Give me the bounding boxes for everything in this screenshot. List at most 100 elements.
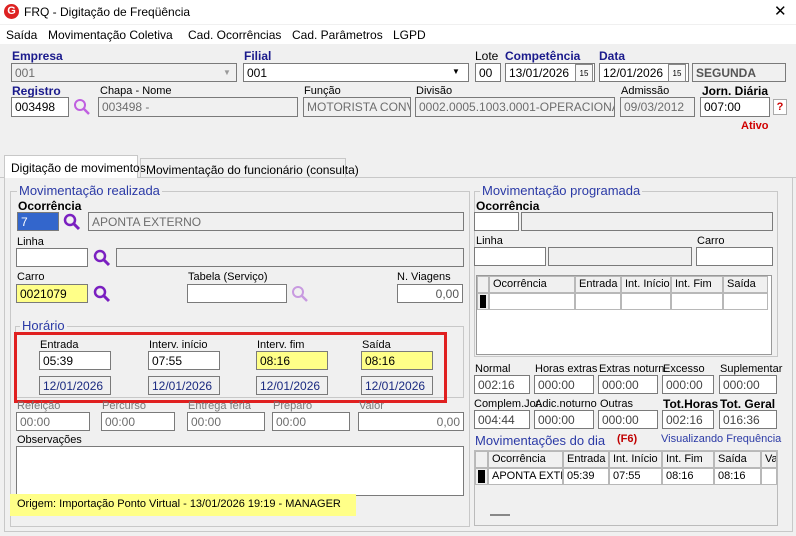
empresa-select[interactable]: 001 [11, 63, 237, 82]
prog-col-ocorrencia[interactable]: Ocorrência [489, 276, 575, 293]
observacoes-label: Observações [17, 434, 82, 446]
filial-label: Filial [244, 49, 272, 63]
dia-row-entrada[interactable]: 05:39 [563, 468, 609, 485]
valor-label: Valor [359, 400, 384, 412]
preparo-input[interactable]: 00:00 [272, 412, 350, 431]
prog-col-marker [477, 276, 489, 293]
jornada-label: Jorn. Diária [702, 84, 769, 98]
tabela-search-icon[interactable] [291, 285, 309, 303]
prog-row-cell[interactable] [575, 293, 621, 310]
normal-label: Normal [475, 363, 511, 375]
tab-consulta[interactable]: Movimentação do funcionário (consulta) [140, 158, 359, 178]
dia-row-saida[interactable]: 08:16 [714, 468, 761, 485]
dia-row-va[interactable] [761, 468, 777, 485]
empresa-dropdown-icon[interactable]: ▼ [218, 64, 236, 81]
visualizando-link[interactable]: Visualizando Frequência [661, 433, 781, 445]
competencia-label: Competência [505, 49, 581, 63]
dia-col-entrada[interactable]: Entrada [563, 451, 609, 468]
competencia-calendar-icon[interactable]: 15 [575, 64, 593, 82]
filial-select[interactable]: 001 [243, 63, 469, 82]
dia-col-saida[interactable]: Saída [714, 451, 761, 468]
linha-input[interactable] [16, 248, 88, 267]
prog-col-saida[interactable]: Saída [723, 276, 768, 293]
tab-digitacao[interactable]: Digitação de movimentos [4, 155, 146, 178]
complem-value: 004:44 [474, 410, 530, 429]
excesso-label: Excesso [663, 363, 705, 375]
prog-linha-label: Linha [476, 235, 503, 247]
menu-movimentacao-coletiva[interactable]: Movimentação Coletiva [48, 28, 173, 42]
divisao-display: 0002.0005.1003.0001-OPERACIONAL [415, 97, 615, 117]
tothoras-label: Tot.Horas [663, 397, 719, 411]
viagens-label: N. Viagens [397, 271, 451, 283]
tothoras-value: 002:16 [662, 410, 714, 429]
menu-cad-parametros[interactable]: Cad. Parâmetros [292, 28, 383, 42]
totgeral-label: Tot. Geral [720, 397, 776, 411]
tab-consulta-label: Movimentação do funcionário (consulta) [146, 163, 359, 177]
viagens-input[interactable]: 0,00 [397, 284, 463, 303]
highlight-box [14, 332, 447, 403]
dia-row-ocorrencia[interactable]: APONTA EXTE [488, 468, 563, 485]
prog-row-cell[interactable] [723, 293, 768, 310]
entrega-input[interactable]: 00:00 [187, 412, 265, 431]
data-label: Data [599, 49, 626, 63]
refeicao-input[interactable]: 00:00 [16, 412, 90, 431]
prog-row-cell[interactable] [621, 293, 671, 310]
admissao-label: Admissão [621, 85, 670, 97]
preparo-label: Preparo [273, 400, 313, 412]
origem-banner: Origem: Importação Ponto Virtual - 13/01… [10, 494, 356, 516]
dia-row-intini[interactable]: 07:55 [609, 468, 662, 485]
prog-ocorrencia-desc [521, 212, 773, 231]
window-title: FRQ - Digitação de Freqüência [24, 5, 191, 19]
prog-col-intfim[interactable]: Int. Fim [671, 276, 723, 293]
menu-cad-ocorrencias[interactable]: Cad. Ocorrências [188, 28, 281, 42]
carro-input[interactable]: 0021079 [16, 284, 88, 303]
help-button[interactable]: ? [773, 99, 787, 115]
tabela-input[interactable] [187, 284, 287, 303]
percurso-input[interactable]: 00:00 [101, 412, 175, 431]
menu-saida[interactable]: Saída [6, 28, 37, 42]
dia-col-ocorrencia[interactable]: Ocorrência [488, 451, 563, 468]
prog-row-cell[interactable] [489, 293, 575, 310]
ocorrencia-code-input[interactable]: 7 [17, 212, 59, 231]
excesso-value: 000:00 [662, 375, 714, 394]
horario-title: Horário [20, 318, 67, 333]
dia-col-intini[interactable]: Int. Início [609, 451, 662, 468]
admissao-display: 09/03/2012 [620, 97, 695, 117]
prog-carro-input [696, 247, 773, 266]
funcao-display: MOTORISTA CONVE [303, 97, 411, 117]
dia-row-intfim[interactable]: 08:16 [662, 468, 714, 485]
valor-input[interactable]: 0,00 [358, 412, 464, 431]
suplementar-label: Suplementar [720, 363, 783, 375]
prog-col-intini[interactable]: Int. Início [621, 276, 671, 293]
lote-input[interactable]: 00 [475, 63, 501, 82]
linha-search-icon[interactable] [93, 249, 111, 267]
dia-col-intfim[interactable]: Int. Fim [662, 451, 714, 468]
linha-desc-display [116, 248, 464, 267]
linha-label: Linha [17, 236, 44, 248]
carro-search-icon[interactable] [93, 285, 111, 303]
dia-col-va[interactable]: Va [761, 451, 777, 468]
filial-dropdown-icon[interactable]: ▼ [452, 67, 460, 76]
prog-row-cell[interactable] [671, 293, 723, 310]
ocorrencia-label: Ocorrência [18, 199, 82, 213]
menu-lgpd[interactable]: LGPD [393, 28, 426, 42]
adic-label: Adic.noturno [535, 398, 597, 410]
observacoes-textarea[interactable] [16, 446, 464, 496]
dia-row-marker [475, 468, 488, 485]
ocorrencia-desc-display: APONTA EXTERNO [88, 212, 464, 231]
extras-not-value: 000:00 [598, 375, 658, 394]
normal-value: 002:16 [474, 375, 530, 394]
dia-scrollbar[interactable] [490, 514, 510, 516]
chapa-label: Chapa - Nome [100, 85, 172, 97]
prog-col-entrada[interactable]: Entrada [575, 276, 621, 293]
totgeral-value: 016:36 [719, 410, 777, 429]
registro-search-icon[interactable] [73, 98, 91, 116]
ocorrencia-search-icon[interactable] [63, 213, 81, 231]
close-icon[interactable]: ✕ [774, 2, 787, 20]
data-calendar-icon[interactable]: 15 [668, 64, 686, 82]
extras-label: Horas extras [535, 363, 598, 375]
registro-input[interactable]: 003498 [11, 97, 69, 117]
jornada-input[interactable]: 007:00 [700, 97, 770, 117]
tabela-label: Tabela (Serviço) [188, 271, 268, 283]
empresa-label: Empresa [12, 49, 63, 63]
